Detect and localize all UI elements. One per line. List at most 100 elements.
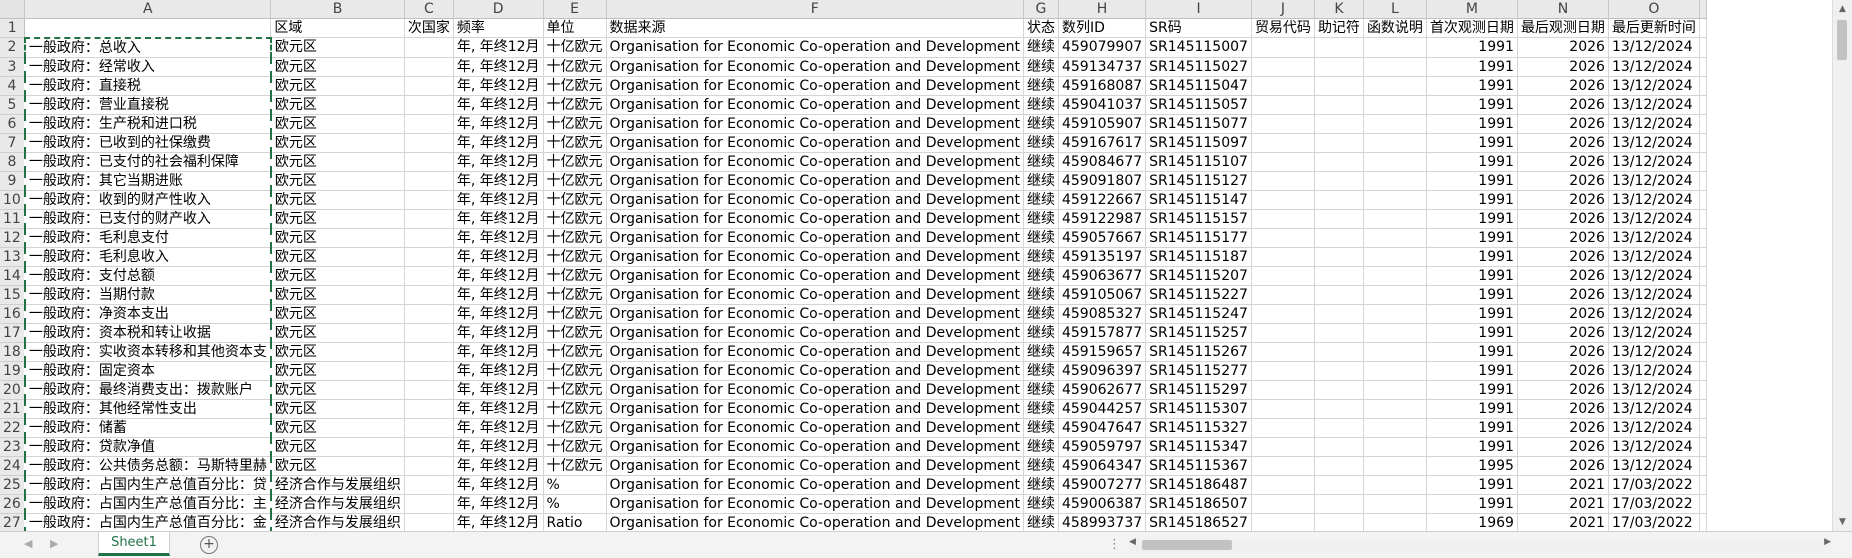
cell-f[interactable]: Organisation for Economic Co-operation a… [606, 304, 1024, 324]
cell-i[interactable]: SR145115047 [1145, 76, 1252, 96]
cell-h[interactable]: 459085327 [1058, 304, 1147, 324]
cell-n[interactable]: 2026 [1517, 418, 1609, 438]
cell-m[interactable]: 1995 [1426, 456, 1518, 476]
cell-m[interactable]: 1991 [1426, 209, 1518, 229]
cell-b[interactable]: 欧元区 [270, 37, 405, 58]
cell-n[interactable]: 2026 [1517, 133, 1609, 153]
cell-f[interactable]: Organisation for Economic Co-operation a… [606, 57, 1024, 77]
cell-l[interactable] [1363, 304, 1427, 324]
cell[interactable] [1699, 76, 1707, 96]
cell-m[interactable]: 1991 [1426, 361, 1518, 381]
row-header[interactable]: 19 [0, 361, 26, 381]
horizontal-scroll-thumb[interactable] [1142, 540, 1232, 550]
cell-m[interactable]: 1991 [1426, 95, 1518, 115]
cell-i[interactable]: SR145186507 [1145, 494, 1252, 514]
cell-i[interactable]: SR145115097 [1145, 133, 1252, 153]
header-cell-m[interactable]: 首次观测日期 [1426, 18, 1518, 38]
cell-l[interactable] [1363, 95, 1427, 115]
cell-h[interactable]: 459167617 [1058, 133, 1147, 153]
cell-c[interactable] [404, 380, 454, 400]
cell-c[interactable] [404, 114, 454, 134]
cell-m[interactable]: 1991 [1426, 171, 1518, 191]
cell-c[interactable] [404, 342, 454, 362]
header-cell-d[interactable]: 频率 [453, 18, 544, 38]
cell-k[interactable] [1314, 285, 1364, 305]
cell[interactable] [1699, 57, 1707, 77]
column-header-f[interactable]: F [606, 0, 1024, 19]
column-header-i[interactable]: I [1145, 0, 1252, 19]
column-header-g[interactable]: G [1023, 0, 1059, 19]
vertical-scroll-thumb[interactable] [1837, 20, 1847, 60]
cell-i[interactable]: SR145115297 [1145, 380, 1252, 400]
cell-a[interactable]: 一般政府：贷款净值 [23, 437, 272, 457]
cell-l[interactable] [1363, 114, 1427, 134]
cell-j[interactable] [1251, 57, 1315, 77]
cell[interactable] [1699, 494, 1707, 514]
cell-a[interactable]: 一般政府：储蓄 [23, 418, 272, 438]
cell-l[interactable] [1363, 266, 1427, 286]
cell-g[interactable]: 继续 [1023, 247, 1059, 267]
cell-a[interactable]: 一般政府：最终消费支出：拨款账户 [23, 380, 272, 400]
cell-n[interactable]: 2026 [1517, 171, 1609, 191]
cell-h[interactable]: 459122987 [1058, 209, 1147, 229]
cell-f[interactable]: Organisation for Economic Co-operation a… [606, 494, 1024, 514]
row-header[interactable]: 14 [0, 266, 26, 286]
cell-e[interactable]: 十亿欧元 [543, 418, 607, 438]
horizontal-scrollbar[interactable]: ◀ ▶ [1128, 537, 1832, 552]
cell[interactable] [1699, 475, 1707, 495]
scroll-up-arrow-icon[interactable]: ▲ [1833, 0, 1852, 18]
cell-b[interactable]: 欧元区 [270, 114, 405, 134]
cell-n[interactable]: 2026 [1517, 190, 1609, 210]
cell-k[interactable] [1314, 418, 1364, 438]
cell-e[interactable]: 十亿欧元 [543, 437, 607, 457]
cell-e[interactable]: 十亿欧元 [543, 228, 607, 248]
cell-b[interactable]: 经济合作与发展组织 [270, 513, 405, 531]
cell[interactable] [1699, 380, 1707, 400]
cell-o[interactable]: 13/12/2024 [1608, 228, 1700, 248]
row-header[interactable]: 27 [0, 513, 26, 531]
cell-j[interactable] [1251, 114, 1315, 134]
cell-c[interactable] [404, 37, 454, 58]
header-cell-c[interactable]: 次国家 [404, 18, 454, 38]
cell-o[interactable]: 13/12/2024 [1608, 437, 1700, 457]
cell-l[interactable] [1363, 475, 1427, 495]
cell-g[interactable]: 继续 [1023, 399, 1059, 419]
cell-b[interactable]: 欧元区 [270, 76, 405, 96]
cell-o[interactable]: 13/12/2024 [1608, 133, 1700, 153]
header-cell-l[interactable]: 函数说明 [1363, 18, 1427, 38]
row-header[interactable]: 24 [0, 456, 26, 476]
cell[interactable] [1699, 304, 1707, 324]
cell-b[interactable]: 欧元区 [270, 57, 405, 77]
cell[interactable] [1699, 37, 1707, 58]
cell-i[interactable]: SR145115027 [1145, 57, 1252, 77]
cell-o[interactable]: 13/12/2024 [1608, 247, 1700, 267]
cell-a[interactable]: 一般政府：已收到的社保缴费 [23, 133, 272, 153]
row-header[interactable]: 6 [0, 114, 26, 134]
cell-e[interactable]: 十亿欧元 [543, 209, 607, 229]
cell-k[interactable] [1314, 133, 1364, 153]
cell[interactable] [1699, 342, 1707, 362]
cell-n[interactable]: 2026 [1517, 285, 1609, 305]
cell-k[interactable] [1314, 494, 1364, 514]
cell-o[interactable]: 13/12/2024 [1608, 418, 1700, 438]
cell-j[interactable] [1251, 171, 1315, 191]
cell-e[interactable]: % [543, 475, 607, 495]
cell-j[interactable] [1251, 247, 1315, 267]
cell-g[interactable]: 继续 [1023, 133, 1059, 153]
header-cell-i[interactable]: SR码 [1145, 18, 1252, 38]
cell-o[interactable]: 13/12/2024 [1608, 456, 1700, 476]
vertical-scrollbar[interactable]: ▲ ▼ [1832, 0, 1852, 531]
row-header[interactable]: 22 [0, 418, 26, 438]
cell-g[interactable]: 继续 [1023, 323, 1059, 343]
cell-c[interactable] [404, 399, 454, 419]
cell-e[interactable]: 十亿欧元 [543, 285, 607, 305]
cell-i[interactable]: SR145115367 [1145, 456, 1252, 476]
cell[interactable] [1699, 190, 1707, 210]
cell-d[interactable]: 年, 年终12月 [453, 190, 544, 210]
cell-b[interactable]: 欧元区 [270, 95, 405, 115]
cell-n[interactable]: 2026 [1517, 266, 1609, 286]
cell-d[interactable]: 年, 年终12月 [453, 76, 544, 96]
scroll-right-arrow-icon[interactable]: ▶ [1824, 537, 1831, 547]
cell-a[interactable]: 一般政府：已支付的财产收入 [23, 209, 272, 229]
header-cell-a[interactable] [24, 18, 272, 38]
